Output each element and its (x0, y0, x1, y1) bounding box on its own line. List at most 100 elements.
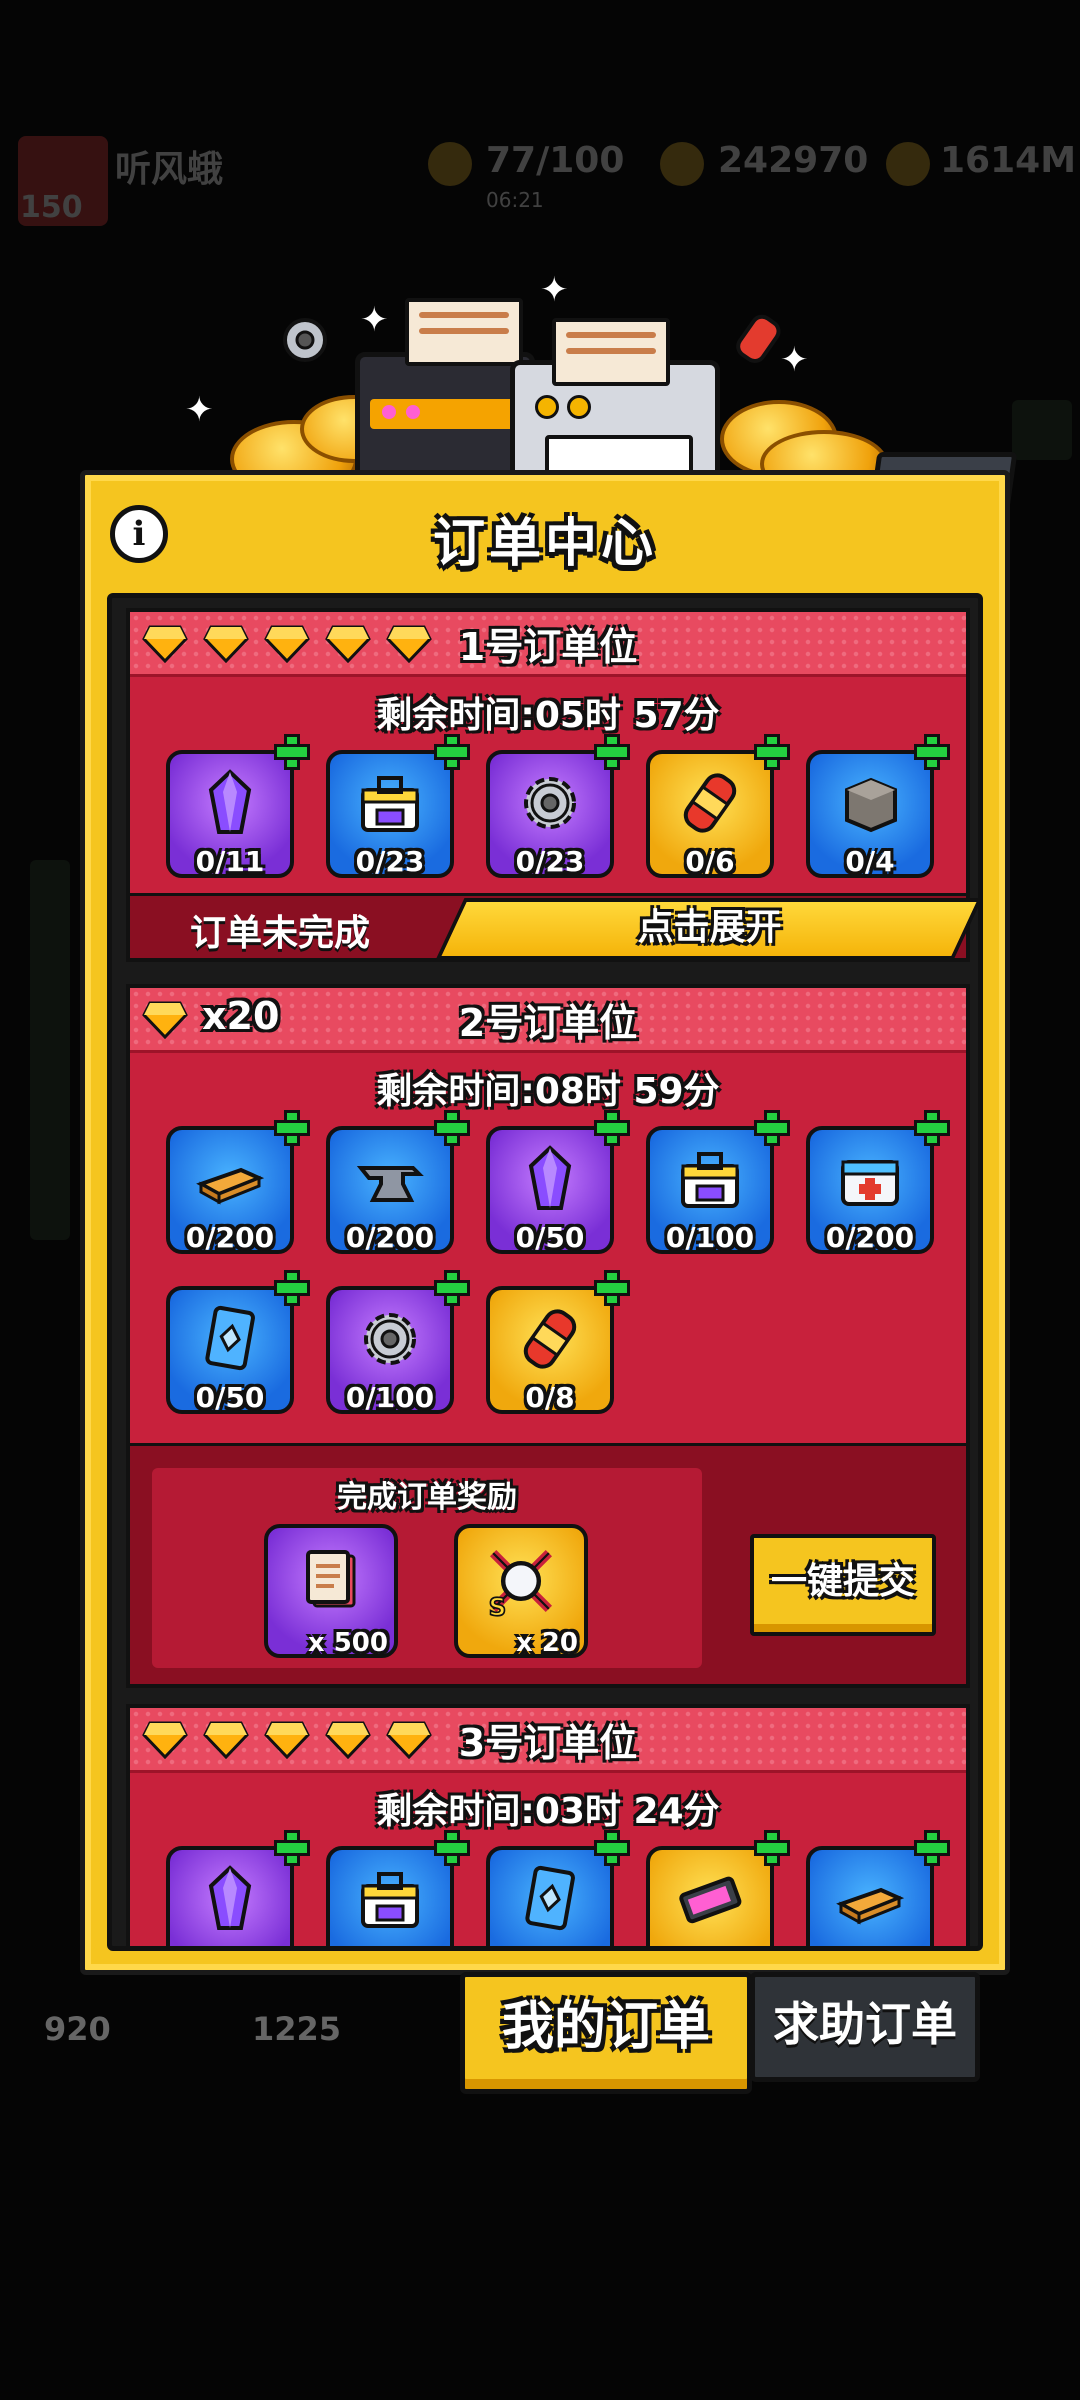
add-icon (434, 1270, 470, 1306)
crystal-icon (528, 1145, 572, 1210)
sparkle-icon: ✦ (780, 340, 809, 380)
order-item[interactable] (166, 1830, 310, 1946)
item-count: 0/50 (195, 1381, 265, 1414)
order-item[interactable]: 0/200 (326, 1110, 470, 1254)
add-icon (914, 1830, 950, 1866)
order-item[interactable]: 0/50 (166, 1270, 310, 1414)
item-count: 0/8 (525, 1381, 575, 1414)
order-item[interactable]: 0/100 (326, 1270, 470, 1414)
add-icon (754, 734, 790, 770)
anvil-icon (356, 1166, 424, 1202)
order-item[interactable]: 0/23 (326, 734, 470, 878)
order-card-header: x20 2号订单位 (130, 988, 966, 1053)
item-count: 0/23 (515, 845, 585, 878)
energy-icon (428, 142, 472, 186)
order-item[interactable]: 0/50 (486, 1110, 630, 1254)
player-name: 听风蛾 (115, 149, 224, 190)
background-side-button (1012, 400, 1072, 460)
tab-my-orders[interactable]: 我的订单 (460, 1972, 752, 2094)
scroll-icon (306, 1550, 356, 1608)
svg-text:S: S (489, 1593, 507, 1620)
reward-title: 完成订单奖励 (337, 1480, 517, 1515)
item-count: 0/50 (515, 1221, 585, 1254)
item-count: 0/100 (345, 1381, 435, 1414)
currency-1-icon (660, 142, 704, 186)
medkit-icon (841, 1160, 899, 1206)
background-hud: 听风蛾 150 77/100 06:21 242970 1614M (0, 130, 1080, 230)
add-icon (914, 1110, 950, 1146)
toolbox-icon (361, 1872, 419, 1928)
add-icon (594, 1110, 630, 1146)
background-value-mid: 1225 (252, 2010, 342, 2048)
order-item[interactable]: 0/100 (646, 1110, 790, 1254)
order-item[interactable]: 0/200 (166, 1110, 310, 1254)
item-count: 0/200 (825, 1221, 915, 1254)
sparkle-icon: ✦ (540, 270, 569, 310)
item-count: 0/200 (185, 1221, 275, 1254)
background-sidebar (30, 860, 70, 1240)
order-status: 订单未完成 (190, 913, 371, 954)
order-card-header: 1号订单位 (130, 612, 966, 677)
order-item[interactable] (646, 1830, 790, 1946)
add-icon (594, 1270, 630, 1306)
order-title: 1号订单位 (458, 625, 638, 669)
background-value-left: 920 (44, 2010, 111, 2048)
order-card-header: 3号订单位 (130, 1708, 966, 1773)
add-icon (914, 734, 950, 770)
order-list[interactable]: 1号订单位 剩余时间:05时 57分 0/11 0/23 0/23 0/6 0/… (107, 593, 983, 1951)
order-item[interactable]: 0/4 (806, 734, 950, 878)
add-icon (594, 734, 630, 770)
order-center-panel: i 订单中心 1号订单位 剩余时间:05时 57分 0/11 0/23 0/23… (80, 470, 1010, 1975)
tab-help-orders[interactable]: 求助订单 (750, 1972, 980, 2082)
add-icon (434, 734, 470, 770)
player-level: 150 (20, 190, 83, 225)
expand-button[interactable]: 点击展开 (435, 898, 978, 960)
order-item[interactable] (806, 1830, 950, 1946)
order-timer: 剩余时间:05时 57分 (376, 695, 720, 736)
order-card-3: 3号订单位 剩余时间:03时 24分 (126, 1704, 970, 1946)
submit-all-button[interactable]: 一键提交 (750, 1534, 936, 1636)
card-icon (525, 1865, 575, 1931)
add-icon (594, 1830, 630, 1866)
order-card-1: 1号订单位 剩余时间:05时 57分 0/11 0/23 0/23 0/6 0/… (126, 608, 978, 962)
sparkle-icon: ✦ (185, 390, 214, 430)
energy-timer: 06:21 (486, 188, 544, 212)
add-icon (434, 1830, 470, 1866)
energy-value: 77/100 (486, 140, 625, 181)
toolbox-icon (681, 1152, 739, 1208)
currency-2-icon (886, 142, 930, 186)
currency-1-value: 242970 (718, 140, 869, 181)
order-item[interactable]: 0/6 (646, 734, 790, 878)
s-emblem-icon: S (488, 1549, 553, 1620)
paper-icon (552, 318, 670, 386)
item-count: 0/4 (845, 845, 895, 878)
order-title: 3号订单位 (458, 1721, 638, 1765)
order-item[interactable]: 0/23 (486, 734, 630, 878)
add-icon (434, 1110, 470, 1146)
item-count: 0/6 (685, 845, 735, 878)
sparkle-icon: ✦ (360, 300, 389, 340)
add-icon (274, 1830, 310, 1866)
gear-icon (364, 1313, 416, 1365)
order-item[interactable] (486, 1830, 630, 1946)
toolbox-icon (361, 776, 419, 832)
order-item[interactable]: 0/11 (166, 734, 310, 878)
reward-item[interactable]: S x 20 (454, 1524, 588, 1658)
order-center-header-art: ✦ ✦ ✦ ✦ (160, 270, 888, 512)
stone-block-icon (845, 777, 897, 833)
reward-box: 完成订单奖励 x 500 S x 20 (152, 1468, 702, 1668)
order-item[interactable]: 0/200 (806, 1110, 950, 1254)
order-item[interactable]: 0/8 (486, 1270, 630, 1414)
gear-icon (283, 318, 327, 362)
gear-icon (524, 777, 576, 829)
item-count: 0/11 (195, 845, 265, 878)
reward-item[interactable]: x 500 (264, 1524, 398, 1658)
item-count: 0/200 (345, 1221, 435, 1254)
item-count: 0/23 (355, 845, 425, 878)
order-item[interactable] (326, 1830, 470, 1946)
order-card-2: x20 2号订单位 剩余时间:08时 59分 0/200 0/200 0/50 (126, 984, 970, 1688)
add-icon (754, 1830, 790, 1866)
crystal-icon (208, 769, 252, 834)
add-icon (274, 1110, 310, 1146)
add-icon (274, 1270, 310, 1306)
